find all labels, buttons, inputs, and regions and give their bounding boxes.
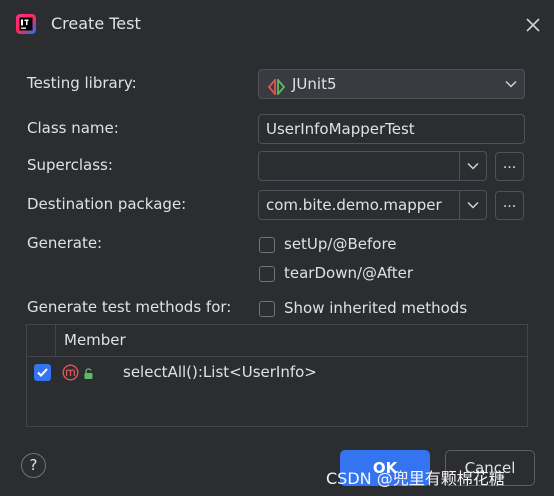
check-icon [37,368,48,377]
destination-browse-button[interactable]: ... [495,191,524,220]
methods-for-label: Generate test methods for: [27,298,232,316]
superclass-browse-button[interactable]: ... [495,152,524,181]
testing-library-label: Testing library: [27,74,137,92]
member-name: selectAll():List<UserInfo> [123,363,317,381]
generate-label: Generate: [27,234,103,252]
superclass-label: Superclass: [27,156,113,174]
junit-icon [267,76,287,97]
method-icon [62,364,79,381]
chevron-down-icon [498,70,524,98]
member-column-header[interactable]: Member [64,331,126,349]
destination-package-label: Destination package: [27,195,187,213]
table-row[interactable]: selectAll():List<UserInfo> [27,357,527,389]
setup-checkbox[interactable] [259,237,275,253]
teardown-label[interactable]: tearDown/@After [284,264,413,282]
chevron-down-icon[interactable] [459,152,486,180]
class-name-input[interactable]: UserInfoMapperTest [258,114,525,144]
help-icon[interactable]: ? [21,453,46,478]
destination-package-combo[interactable]: com.bite.demo.mapper [258,190,487,220]
teardown-checkbox[interactable] [259,266,275,282]
member-checkbox[interactable] [34,364,51,381]
member-table: Member selectAll():List<UserInfo> [26,324,528,427]
title-bar: Create Test [0,0,554,48]
setup-label[interactable]: setUp/@Before [284,235,397,253]
testing-library-dropdown[interactable]: JUnit5 [258,69,525,99]
show-inherited-label[interactable]: Show inherited methods [284,299,467,317]
superclass-combo[interactable] [258,151,487,181]
destination-package-value: com.bite.demo.mapper [266,196,442,214]
intellij-idea-icon [16,14,36,34]
close-icon[interactable] [522,14,544,36]
dialog-title: Create Test [51,14,141,33]
chevron-down-icon[interactable] [459,191,486,219]
class-name-label: Class name: [27,119,119,137]
column-divider [55,325,56,356]
show-inherited-checkbox[interactable] [259,301,275,317]
testing-library-value: JUnit5 [292,75,337,93]
watermark: CSDN @兜里有颗棉花糖 [326,469,505,488]
lock-icon [83,366,94,379]
